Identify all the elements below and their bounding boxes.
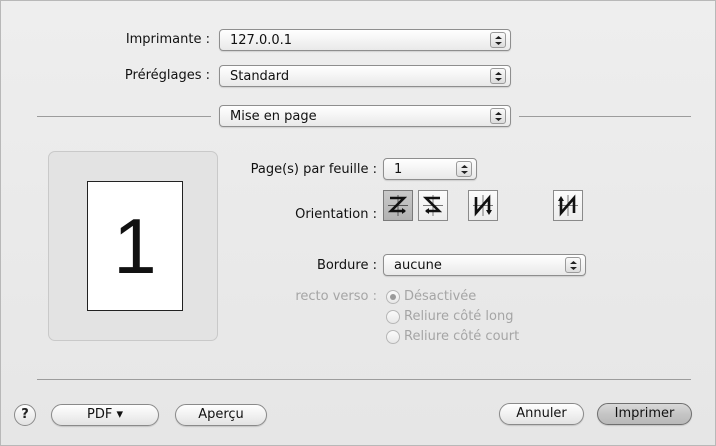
preview-page-number: 1 [113, 202, 157, 290]
presets-value: Standard [230, 69, 290, 84]
popup-arrows-icon [490, 32, 506, 48]
pages-per-sheet-value: 1 [394, 162, 403, 177]
pdf-menu-button[interactable]: PDF ▾ [51, 404, 159, 426]
border-value: aucune [394, 258, 442, 273]
border-label: Bordure : [316, 258, 377, 273]
radio-unselected-icon [386, 310, 400, 324]
orientation-label: Orientation : [295, 207, 377, 222]
printer-popup[interactable]: 127.0.0.1 [219, 29, 511, 51]
presets-popup[interactable]: Standard [219, 65, 511, 87]
help-button[interactable]: ? [14, 404, 36, 426]
print-button[interactable]: Imprimer [597, 403, 692, 425]
orientation-s-right-left-icon [422, 195, 443, 216]
separator-left [37, 116, 211, 117]
orientation-option-4[interactable] [553, 190, 583, 221]
page-preview: 1 [48, 151, 218, 341]
preview-button[interactable]: Aperçu [175, 404, 267, 426]
pages-per-sheet-popup[interactable]: 1 [383, 158, 477, 180]
orientation-n-bottom-top-icon [558, 194, 578, 217]
footer-separator [37, 379, 691, 380]
radio-selected-icon [386, 290, 400, 304]
orientation-z-left-right-icon [387, 195, 408, 216]
radio-unselected-icon [386, 330, 400, 344]
border-popup[interactable]: aucune [383, 254, 586, 276]
orientation-option-3[interactable] [468, 190, 498, 221]
print-dialog: Imprimante : 127.0.0.1 Préréglages : Sta… [0, 0, 716, 446]
duplex-label: recto verso : [295, 289, 377, 304]
panel-menu-popup[interactable]: Mise en page [219, 105, 511, 127]
duplex-option-label: Reliure côté long [404, 309, 514, 324]
printer-value: 127.0.0.1 [230, 33, 293, 48]
popup-arrows-icon [490, 68, 506, 84]
orientation-option-2[interactable] [418, 190, 448, 221]
duplex-option-label: Désactivée [404, 289, 477, 304]
panel-menu-value: Mise en page [230, 109, 317, 124]
cancel-button[interactable]: Annuler [499, 403, 584, 425]
popup-arrows-icon [565, 257, 581, 273]
orientation-n-top-bottom-icon [473, 194, 493, 217]
pages-per-sheet-label: Page(s) par feuille : [250, 162, 377, 177]
preview-sheet: 1 [87, 181, 183, 311]
printer-label: Imprimante : [125, 32, 210, 47]
presets-label: Préréglages : [124, 68, 210, 83]
orientation-option-1[interactable] [383, 190, 413, 221]
popup-arrows-icon [456, 161, 472, 177]
duplex-option-label: Reliure côté court [404, 329, 520, 344]
popup-arrows-icon [490, 108, 506, 124]
separator-right [519, 116, 691, 117]
